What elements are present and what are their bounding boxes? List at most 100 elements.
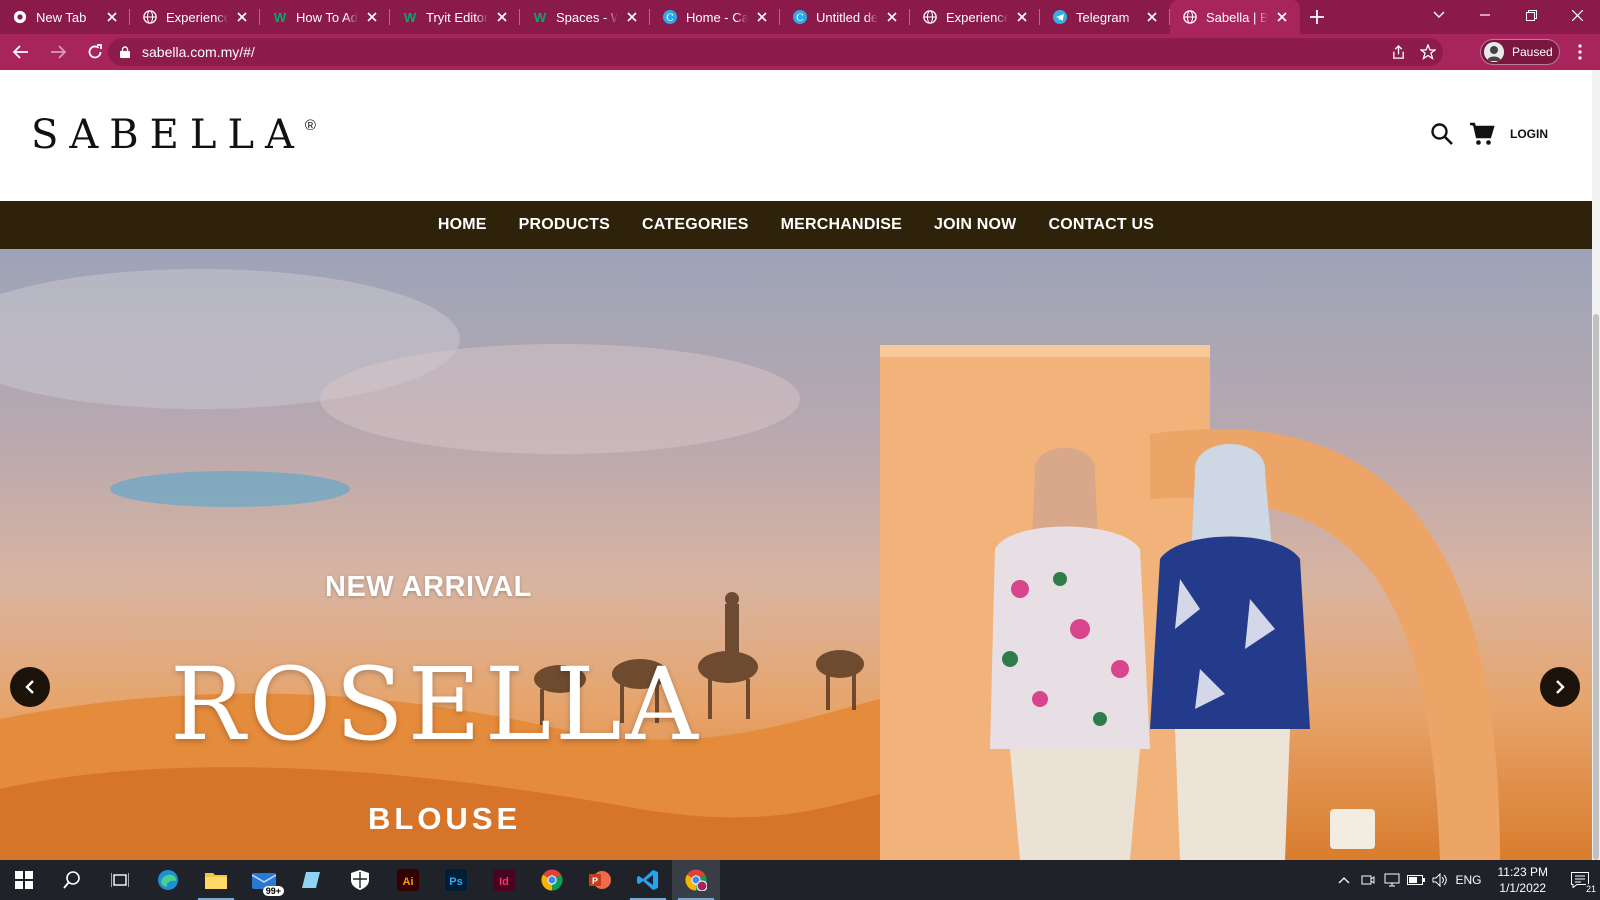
tab-experience-2[interactable]: Experience [910, 0, 1040, 34]
page-viewport: SABELLA® LOGIN HOME PRODUCTS CATEGORIES … [0, 70, 1600, 860]
address-bar[interactable]: sabella.com.my/#/ [108, 38, 1443, 66]
chevron-right-icon [1556, 680, 1565, 694]
network-icon[interactable] [1380, 860, 1404, 900]
registered-mark: ® [304, 117, 316, 134]
taskbar-file-explorer[interactable] [192, 860, 240, 900]
tab-experience[interactable]: Experience [130, 0, 260, 34]
forward-button[interactable] [42, 36, 74, 68]
clock-time: 11:23 PM [1497, 865, 1548, 879]
nav-categories[interactable]: CATEGORIES [642, 216, 749, 234]
profile-status: Paused [1512, 45, 1553, 59]
task-view-button[interactable] [96, 860, 144, 900]
telegram-icon [1052, 9, 1068, 25]
globe-icon [142, 9, 158, 25]
close-icon[interactable] [104, 9, 120, 25]
nav-contact-us[interactable]: CONTACT US [1048, 216, 1154, 234]
site-logo[interactable]: SABELLA® [31, 112, 316, 158]
main-navigation: HOME PRODUCTS CATEGORIES MERCHANDISE JOI… [0, 201, 1592, 249]
taskbar-illustrator[interactable]: Ai [384, 860, 432, 900]
taskbar-mail[interactable]: 99+ [240, 860, 288, 900]
hero-banner: NEW ARRIVAL ROSELLA BLOUSE [0, 249, 1592, 860]
close-icon[interactable] [754, 9, 770, 25]
taskbar-vscode[interactable] [624, 860, 672, 900]
taskbar-photoshop[interactable]: Ps [432, 860, 480, 900]
task-view-icon [111, 873, 129, 887]
profile-button[interactable]: Paused [1480, 39, 1560, 65]
close-icon [1571, 9, 1583, 21]
tab-home-canva[interactable]: C Home - Canv [650, 0, 780, 34]
nav-join-now[interactable]: JOIN NOW [934, 216, 1017, 234]
chevron-left-icon [25, 680, 34, 694]
tab-title: Sabella | Baju [1206, 9, 1268, 25]
taskbar-chrome[interactable] [528, 860, 576, 900]
w-icon: W [533, 9, 547, 25]
login-link[interactable]: LOGIN [1510, 127, 1548, 141]
browser-menu-button[interactable] [1568, 38, 1592, 66]
language-indicator[interactable]: ENG [1452, 860, 1486, 900]
volume-icon[interactable] [1428, 860, 1452, 900]
taskbar-powerpoint[interactable]: P [576, 860, 624, 900]
tab-how-to-add[interactable]: W How To Add [260, 0, 390, 34]
plus-icon [1310, 10, 1324, 24]
notes-icon [302, 872, 320, 888]
taskbar-security[interactable] [336, 860, 384, 900]
search-icon[interactable] [1428, 120, 1456, 148]
nav-merchandise[interactable]: MERCHANDISE [781, 216, 902, 234]
scrollbar-thumb[interactable] [1593, 314, 1599, 860]
notification-center-button[interactable]: 21 [1560, 860, 1600, 900]
carousel-next-button[interactable] [1540, 667, 1580, 707]
restore-button[interactable] [1508, 0, 1554, 30]
close-icon[interactable] [364, 9, 380, 25]
close-icon[interactable] [884, 9, 900, 25]
close-icon[interactable] [234, 9, 250, 25]
minimize-icon [1480, 14, 1490, 16]
carousel-prev-button[interactable] [10, 667, 50, 707]
chevron-up-icon[interactable] [1332, 860, 1356, 900]
taskbar-indesign[interactable]: Id [480, 860, 528, 900]
restore-icon [1525, 9, 1537, 21]
illustrator-icon: Ai [397, 869, 419, 891]
svg-text:Id: Id [499, 876, 509, 888]
cart-icon[interactable] [1468, 120, 1496, 148]
start-button[interactable] [0, 860, 48, 900]
canva-icon: C [792, 9, 808, 25]
url-text: sabella.com.my/#/ [142, 44, 255, 60]
back-button[interactable] [5, 36, 37, 68]
page-scrollbar[interactable] [1592, 70, 1600, 860]
taskbar-notes[interactable] [288, 860, 336, 900]
minimize-button[interactable] [1462, 0, 1508, 30]
new-tab-button[interactable] [1300, 0, 1334, 34]
nav-home[interactable]: HOME [438, 216, 487, 234]
star-icon[interactable] [1413, 38, 1443, 66]
tab-untitled-design[interactable]: C Untitled desi [780, 0, 910, 34]
tab-new-tab[interactable]: New Tab [0, 0, 130, 34]
close-icon[interactable] [1014, 9, 1030, 25]
share-icon[interactable] [1383, 38, 1413, 66]
clock[interactable]: 11:23 PM 1/1/2022 [1498, 864, 1548, 896]
windows-taskbar: 99+ Ai Ps Id P ENG 11:23 PM 1/1/2022 21 [0, 860, 1600, 900]
arrow-right-icon [51, 45, 66, 59]
indesign-icon: Id [493, 869, 515, 891]
mail-badge: 99+ [262, 886, 284, 896]
tab-tryit-editor[interactable]: W Tryit Editor v [390, 0, 520, 34]
tab-spaces[interactable]: W Spaces - W3 [520, 0, 650, 34]
close-icon[interactable] [1144, 9, 1160, 25]
close-icon[interactable] [494, 9, 510, 25]
battery-icon[interactable] [1404, 860, 1428, 900]
taskbar-chrome-profile[interactable] [672, 860, 720, 900]
tab-title: Tryit Editor v [426, 9, 488, 25]
taskbar-search-button[interactable] [48, 860, 96, 900]
meet-icon[interactable] [1356, 860, 1380, 900]
tab-telegram[interactable]: Telegram [1040, 0, 1170, 34]
hero-caption: BLOUSE [368, 801, 522, 836]
nav-products[interactable]: PRODUCTS [519, 216, 610, 234]
tab-search-button[interactable] [1416, 0, 1462, 30]
close-window-button[interactable] [1554, 0, 1600, 30]
close-icon[interactable] [624, 9, 640, 25]
w-icon: W [273, 9, 287, 25]
tab-title: Spaces - W3 [556, 9, 618, 25]
taskbar-edge[interactable] [144, 860, 192, 900]
reload-button[interactable] [79, 36, 111, 68]
tab-sabella[interactable]: Sabella | Baju [1170, 0, 1300, 34]
close-icon[interactable] [1274, 9, 1290, 25]
